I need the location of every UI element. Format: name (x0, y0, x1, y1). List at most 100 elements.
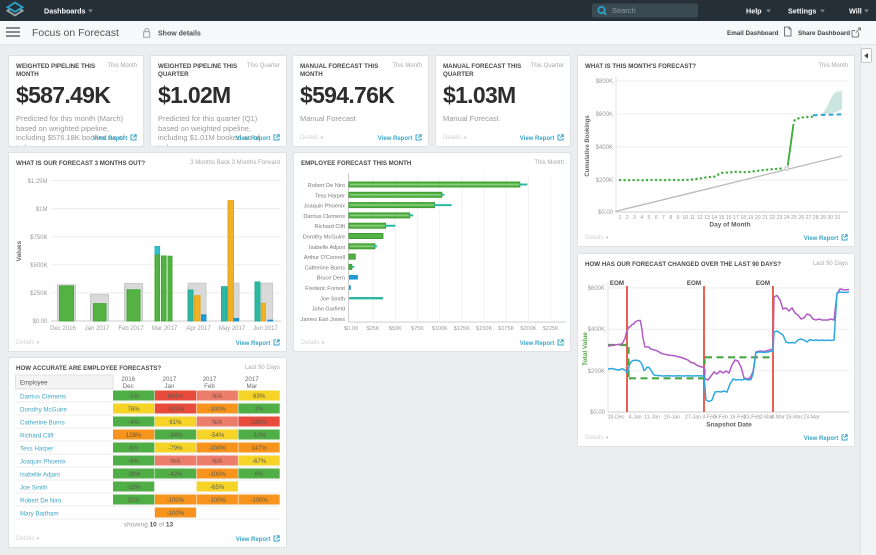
svg-text:Dorothy McGuire: Dorothy McGuire (303, 235, 345, 241)
svg-text:9: 9 (677, 215, 680, 221)
svg-text:-100%: -100% (209, 472, 227, 478)
svg-text:4-Jan: 4-Jan (628, 415, 641, 421)
svg-text:-100%: -100% (167, 511, 185, 517)
svg-text:Cumulative Bookings: Cumulative Bookings (585, 115, 591, 177)
svg-text:2: 2 (626, 215, 629, 221)
svg-text:N/A: N/A (212, 394, 222, 400)
svg-text:23-Mar: 23-Mar (803, 415, 820, 421)
svg-text:Dorothy McGuire: Dorothy McGuire (20, 407, 67, 414)
svg-text:-10%: -10% (252, 433, 267, 439)
svg-text:$50K: $50K (389, 326, 402, 332)
svg-text:$0.00: $0.00 (590, 410, 606, 416)
svg-text:N/A: N/A (212, 459, 222, 465)
svg-text:Robert De Niro: Robert De Niro (308, 183, 345, 189)
svg-text:Mar 2017: Mar 2017 (152, 326, 178, 332)
svg-text:23-Feb: 23-Feb (744, 415, 761, 421)
svg-text:$750K: $750K (30, 235, 47, 241)
svg-text:-67%: -67% (252, 459, 267, 465)
svg-text:$400K: $400K (588, 327, 605, 333)
svg-text:-42%: -42% (168, 472, 183, 478)
svg-text:12: 12 (697, 215, 703, 221)
svg-text:27: 27 (806, 215, 812, 221)
svg-text:$1M: $1M (36, 207, 48, 213)
svg-text:Jan 2017: Jan 2017 (85, 326, 110, 332)
svg-text:Settings: Settings (788, 7, 816, 16)
svg-text:$600K: $600K (596, 112, 613, 118)
svg-text:Mary Badham: Mary Badham (20, 511, 59, 518)
svg-text:19: 19 (748, 215, 754, 221)
svg-text:$150K: $150K (476, 326, 492, 332)
svg-text:Search: Search (612, 6, 636, 15)
svg-text:EOM: EOM (756, 280, 770, 287)
svg-text:10: 10 (682, 215, 688, 221)
svg-text:Focus on Forecast: Focus on Forecast (32, 27, 119, 39)
svg-text:29: 29 (820, 215, 826, 221)
svg-text:Catherine Burns: Catherine Burns (20, 420, 65, 427)
svg-text:Isabelle Adjani: Isabelle Adjani (309, 245, 345, 251)
svg-text:$600K: $600K (588, 286, 605, 292)
svg-text:22: 22 (769, 215, 775, 221)
svg-text:Help: Help (746, 7, 762, 16)
svg-text:Isabelle Adjani: Isabelle Adjani (20, 472, 60, 479)
svg-text:8-Mar: 8-Mar (771, 415, 785, 421)
svg-text:Catherine Burns: Catherine Burns (305, 265, 346, 271)
svg-text:-633%: -633% (167, 407, 185, 413)
svg-text:6%: 6% (255, 472, 264, 478)
svg-text:Will: Will (849, 7, 862, 16)
svg-text:$0.00: $0.00 (344, 326, 358, 332)
svg-text:$500K: $500K (30, 263, 47, 269)
svg-text:$200K: $200K (588, 369, 605, 375)
svg-text:N/A: N/A (170, 459, 180, 465)
svg-text:Mar: Mar (246, 383, 257, 390)
svg-text:8%: 8% (129, 446, 138, 452)
svg-text:$400K: $400K (596, 145, 613, 151)
svg-text:-34%: -34% (168, 433, 183, 439)
svg-text:Joe Smith: Joe Smith (20, 485, 48, 492)
svg-text:$100K: $100K (432, 326, 448, 332)
svg-text:-6%: -6% (128, 459, 139, 465)
svg-text:Arthur O'Connell: Arthur O'Connell (304, 255, 345, 261)
svg-text:-100%: -100% (209, 407, 227, 413)
svg-text:-20%: -20% (127, 472, 142, 478)
svg-text:5: 5 (648, 215, 651, 221)
svg-text:Snapshot Date: Snapshot Date (706, 422, 752, 429)
svg-text:May 2017: May 2017 (219, 326, 246, 332)
svg-text:Apr 2017: Apr 2017 (186, 326, 211, 332)
svg-text:Tess Harper: Tess Harper (315, 193, 345, 199)
svg-text:N/A: N/A (212, 420, 222, 426)
svg-text:3: 3 (633, 215, 636, 221)
svg-text:16: 16 (726, 215, 732, 221)
svg-text:$800K: $800K (596, 79, 613, 85)
svg-text:23: 23 (777, 215, 783, 221)
svg-text:Richard Clift: Richard Clift (315, 224, 346, 230)
svg-text:Dec 2016: Dec 2016 (50, 326, 76, 332)
svg-text:$200K: $200K (596, 178, 613, 184)
svg-text:-1%: -1% (128, 394, 139, 400)
svg-text:Joe Smith: Joe Smith (320, 296, 345, 302)
svg-text:235%: 235% (251, 420, 267, 426)
svg-text:$0.00: $0.00 (598, 210, 614, 216)
svg-text:24: 24 (784, 215, 790, 221)
svg-text:26: 26 (798, 215, 804, 221)
svg-text:14: 14 (711, 215, 717, 221)
svg-text:8: 8 (669, 215, 672, 221)
svg-text:EOM: EOM (687, 280, 701, 287)
svg-text:Dec: Dec (123, 383, 134, 390)
svg-text:13: 13 (704, 215, 710, 221)
svg-text:11-Jan: 11-Jan (644, 415, 660, 421)
svg-text:614%: 614% (168, 394, 184, 400)
svg-text:20: 20 (755, 215, 761, 221)
svg-text:Darrius Clemens: Darrius Clemens (303, 214, 345, 220)
svg-text:18: 18 (740, 215, 746, 221)
svg-text:$250K: $250K (30, 291, 47, 297)
svg-text:128%: 128% (126, 433, 142, 439)
svg-text:James Earl Jones: James Earl Jones (301, 317, 346, 323)
svg-text:15: 15 (719, 215, 725, 221)
svg-text:Bruce Dern: Bruce Dern (317, 276, 345, 282)
svg-text:31: 31 (835, 215, 841, 221)
svg-text:61%: 61% (169, 420, 182, 426)
svg-text:63%: 63% (253, 394, 266, 400)
svg-text:-100%: -100% (209, 446, 227, 452)
svg-text:Dashboards: Dashboards (44, 7, 86, 16)
svg-text:-65%: -65% (210, 485, 225, 491)
